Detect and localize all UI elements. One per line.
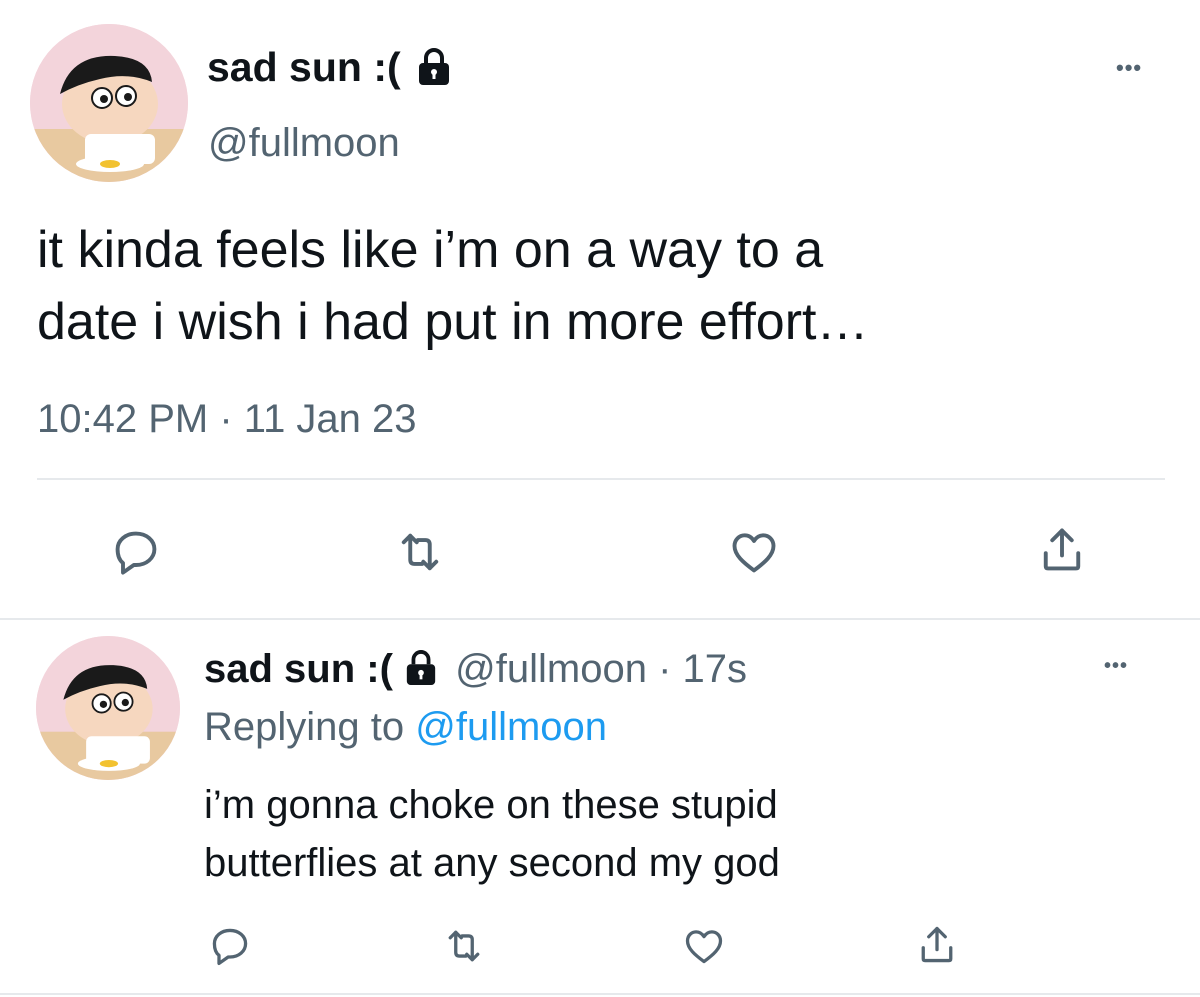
main-tweet-line-2: date i wish i had put in more effort… [37, 293, 869, 351]
section-divider [0, 618, 1200, 620]
reply-header: sad sun :( @fullmoon · 17s [204, 646, 747, 692]
reply-avatar[interactable] [36, 636, 180, 780]
replying-to-label: Replying to [204, 705, 405, 749]
reply-tweet-line-1: i’m gonna choke on these stupid [204, 783, 778, 827]
main-separator: · [219, 397, 233, 441]
avatar-illustration [36, 636, 180, 780]
main-avatar[interactable] [30, 24, 188, 182]
reply-retweet-button[interactable] [436, 920, 492, 972]
main-timestamp[interactable]: 10:42 PM · 11 Jan 23 [37, 396, 417, 442]
main-tweet-text: it kinda feels like i’m on a way to a da… [37, 214, 868, 358]
share-icon [921, 926, 953, 963]
main-share-button[interactable] [1034, 520, 1090, 580]
main-time: 10:42 PM [37, 397, 209, 441]
retweet-icon [401, 533, 439, 571]
main-display-name[interactable]: sad sun :( [207, 44, 452, 90]
main-date: 11 Jan 23 [243, 397, 417, 441]
reply-like-button[interactable] [676, 920, 732, 972]
reply-reply-button[interactable] [204, 920, 256, 972]
retweet-icon [448, 930, 480, 962]
main-like-button[interactable] [722, 522, 786, 582]
main-handle[interactable]: @fullmoon [208, 120, 400, 166]
main-divider [37, 478, 1165, 480]
lock-icon [406, 650, 436, 686]
replying-to: Replying to @fullmoon [204, 704, 607, 750]
reply-share-button[interactable] [912, 918, 962, 972]
reply-age[interactable]: 17s [683, 647, 748, 691]
reply-icon [115, 531, 157, 575]
heart-icon [732, 533, 776, 573]
share-icon [1043, 528, 1081, 571]
display-name-text: sad sun :( [207, 44, 401, 90]
reply-display-name[interactable]: sad sun :( [204, 647, 393, 691]
reply-tweet-line-2: butterflies at any second my god [204, 841, 780, 885]
reply-separator: · [658, 647, 672, 691]
main-more-icon[interactable]: ••• [1116, 56, 1142, 80]
heart-icon [685, 930, 723, 964]
reply-icon [212, 928, 248, 966]
reply-more-icon[interactable]: ••• [1104, 654, 1128, 678]
reply-handle[interactable]: @fullmoon [455, 647, 647, 691]
lock-icon [419, 48, 450, 86]
main-reply-button[interactable] [106, 522, 166, 582]
avatar-illustration [30, 24, 188, 182]
main-tweet-line-1: it kinda feels like i’m on a way to a [37, 221, 824, 279]
replying-to-handle[interactable]: @fullmoon [415, 705, 607, 749]
reply-tweet-text: i’m gonna choke on these stupid butterfl… [204, 776, 780, 892]
main-retweet-button[interactable] [388, 522, 452, 582]
bottom-divider [0, 993, 1200, 995]
